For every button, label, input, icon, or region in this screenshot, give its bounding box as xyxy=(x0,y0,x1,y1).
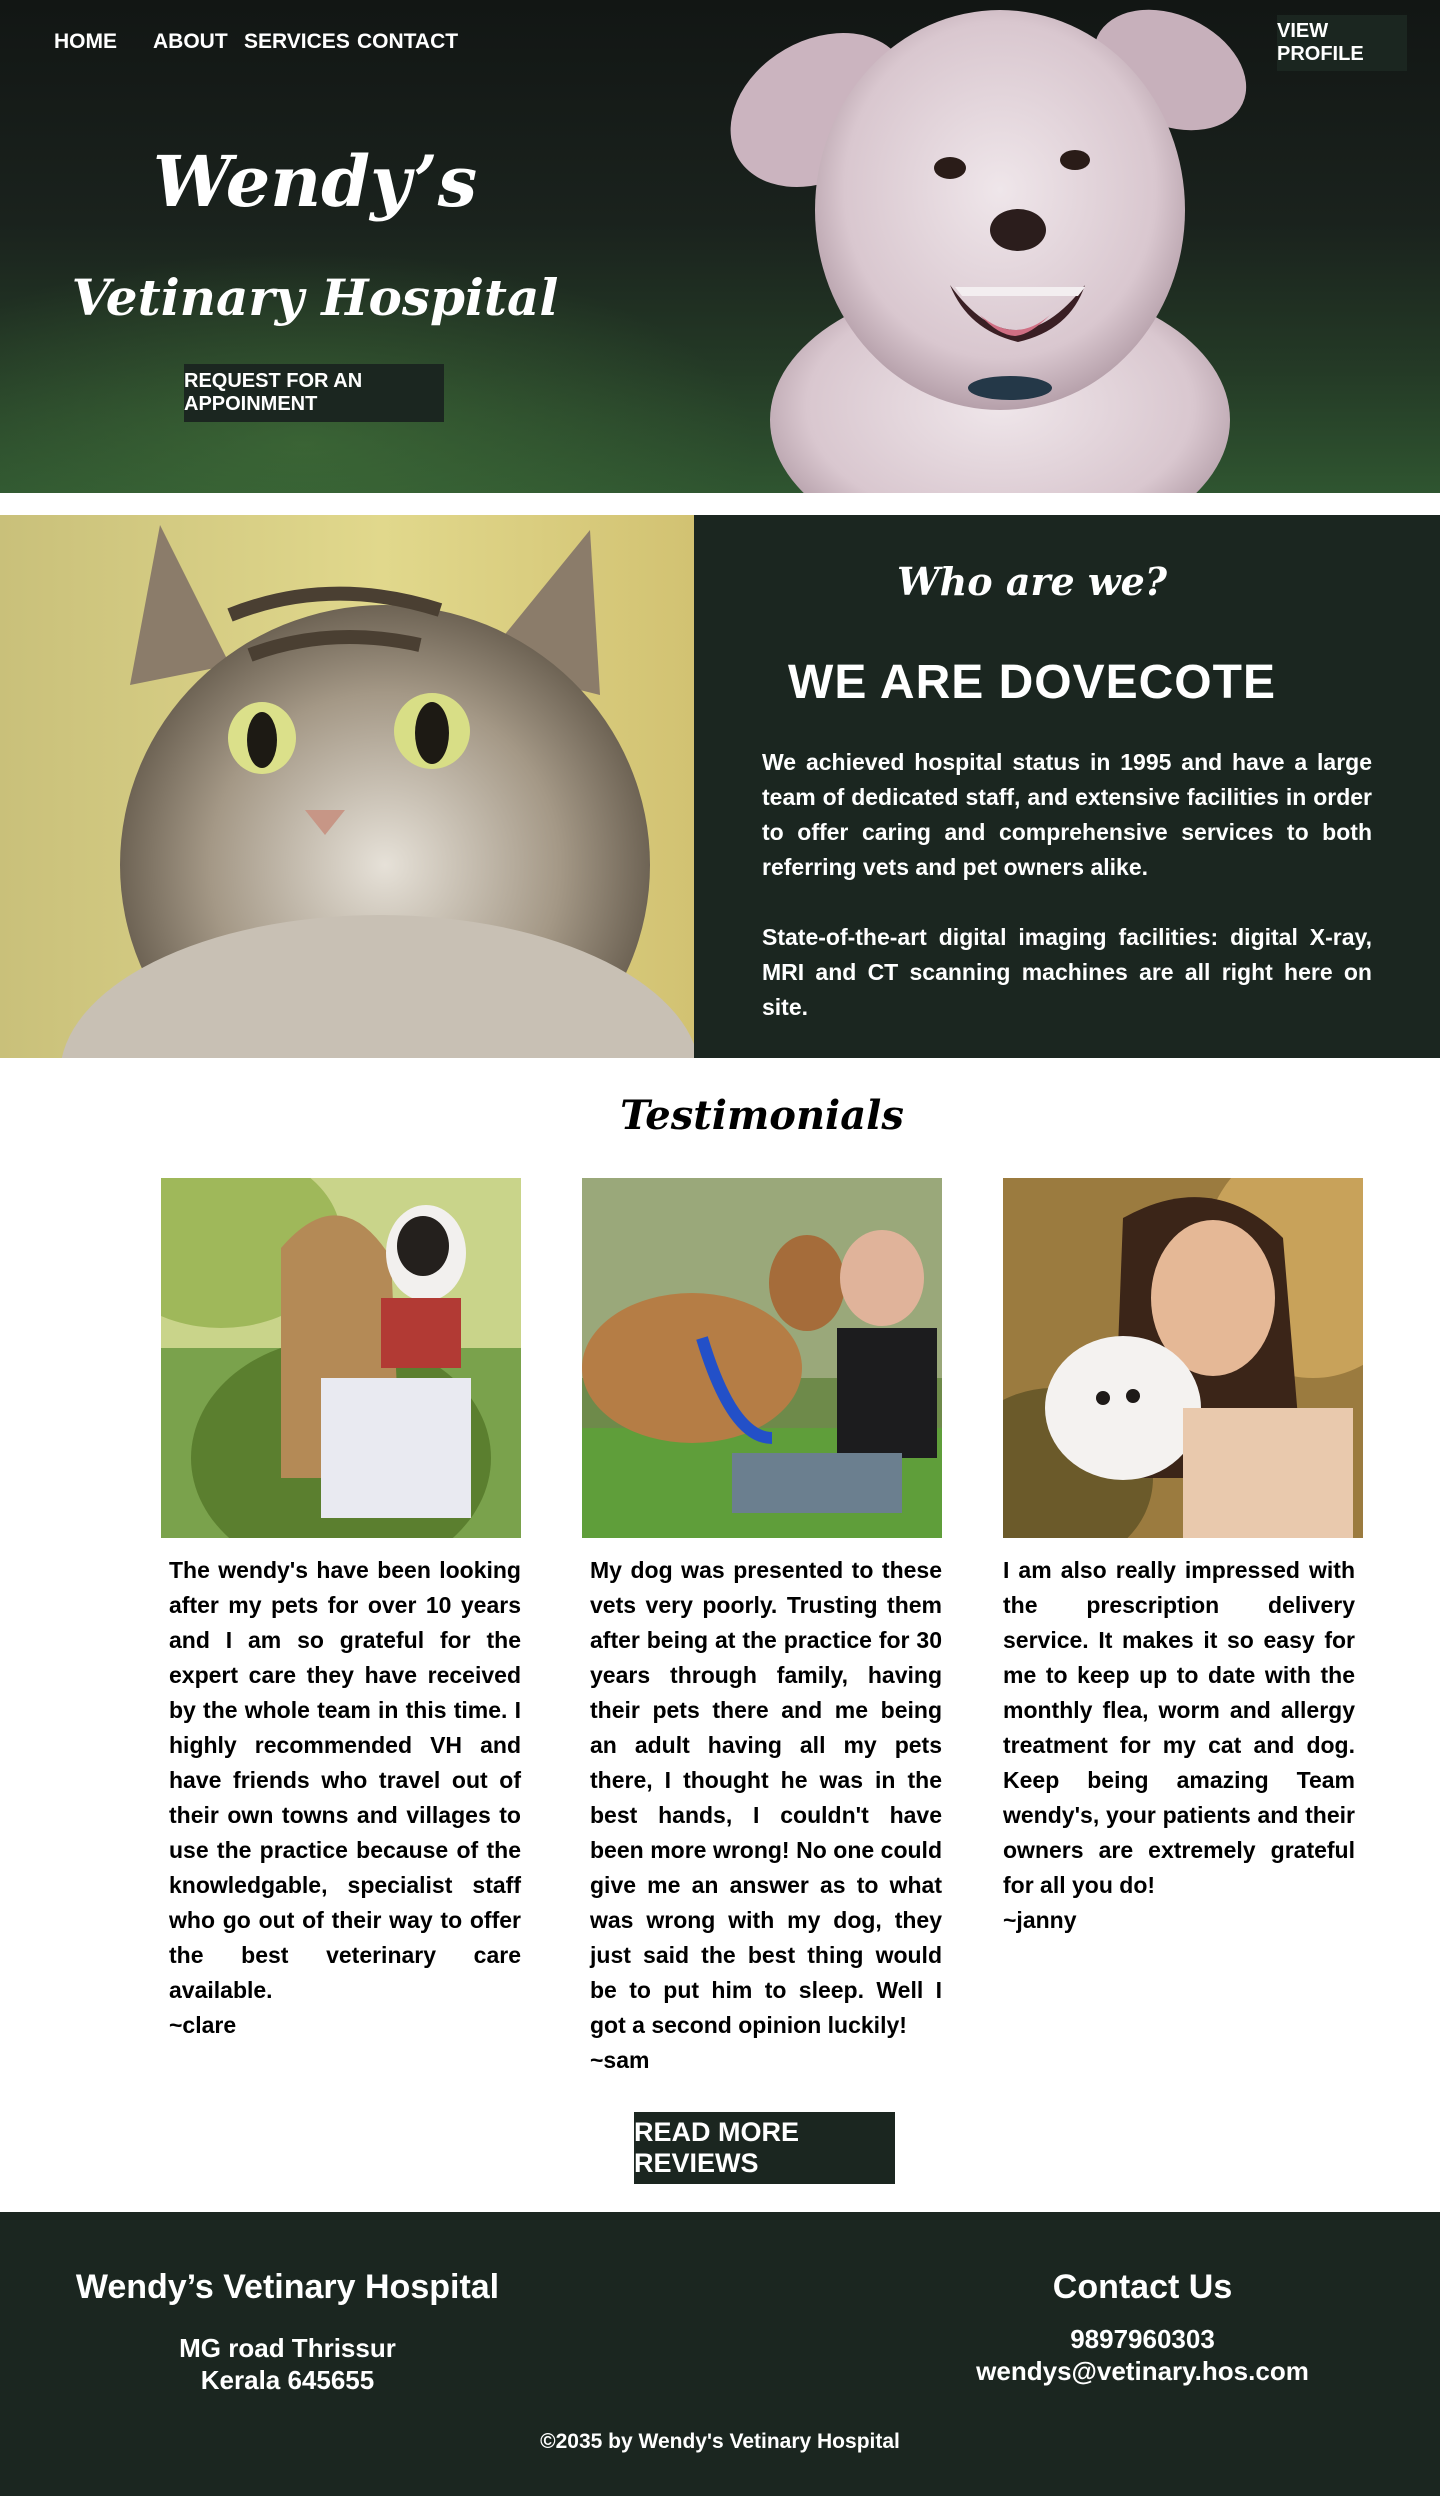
nav-about-link[interactable]: ABOUT xyxy=(153,30,228,54)
about-paragraph-1: We achieved hospital status in 1995 and … xyxy=(762,749,1372,880)
testimonial-photo-2 xyxy=(582,1178,942,1538)
footer: Wendy’s Vetinary Hospital MG road Thriss… xyxy=(0,2212,1440,2496)
about-paragraph-2: State-of-the-art digital imaging facilit… xyxy=(762,924,1372,1020)
nav-home-link[interactable]: HOME xyxy=(54,30,117,54)
nav-contact-link[interactable]: CONTACT xyxy=(357,30,458,54)
read-more-reviews-button[interactable]: READ MORE REVIEWS xyxy=(634,2112,895,2184)
hero-title: Wendy’s xyxy=(152,140,478,223)
hero-subtitle: Vetinary Hospital xyxy=(71,268,559,327)
testimonial-text-1: The wendy's have been looking after my p… xyxy=(169,1553,521,2043)
footer-email[interactable]: wendys@vetinary.hos.com xyxy=(930,2356,1355,2387)
testimonial-photo-3 xyxy=(1003,1178,1363,1538)
testimonial-body-1: The wendy's have been looking after my p… xyxy=(169,1557,521,2003)
footer-contact-heading: Contact Us xyxy=(1052,2268,1233,2306)
cat-photo xyxy=(0,515,694,1058)
testimonial-photo-1 xyxy=(161,1178,521,1538)
testimonial-text-2: My dog was presented to these vets very … xyxy=(590,1553,942,2078)
dog-photo xyxy=(730,9,1247,493)
cat-illustration xyxy=(61,525,694,1058)
testimonial-text-3: I am also really impressed with the pres… xyxy=(1003,1553,1355,1938)
footer-address-line-2: Kerala 645655 xyxy=(200,2365,375,2395)
hero-section: HOME ABOUT SERVICES CONTACT VIEW PROFILE… xyxy=(0,0,1440,493)
testimonials-title: Testimonials xyxy=(620,1092,904,1139)
testimonial-author-3: ~janny xyxy=(1003,1907,1077,1933)
man-with-dog-image xyxy=(582,1178,942,1538)
testimonial-body-2: My dog was presented to these vets very … xyxy=(590,1557,942,2038)
testimonial-author-1: ~clare xyxy=(169,2012,237,2038)
about-heading: Who are we? xyxy=(896,559,1168,604)
page: HOME ABOUT SERVICES CONTACT VIEW PROFILE… xyxy=(0,0,1440,2496)
nav-services-link[interactable]: SERVICES xyxy=(244,30,350,54)
footer-address: MG road Thrissur Kerala 645655 xyxy=(60,2332,515,2396)
footer-hospital-name: Wendy’s Vetinary Hospital xyxy=(75,2268,500,2306)
about-section: Who are we? WE ARE DOVECOTE We achieved … xyxy=(694,515,1440,1058)
request-appointment-button[interactable]: REQUEST FOR AN APPOINMENT xyxy=(184,364,444,422)
testimonial-body-3: I am also really impressed with the pres… xyxy=(1003,1557,1355,1898)
testimonial-author-2: ~sam xyxy=(590,2047,650,2073)
view-profile-button[interactable]: VIEW PROFILE xyxy=(1277,15,1407,71)
woman-with-white-dog-image xyxy=(1003,1178,1363,1538)
about-title: WE ARE DOVECOTE xyxy=(788,656,1276,709)
footer-phone[interactable]: 9897960303 xyxy=(930,2324,1355,2355)
footer-address-line-1: MG road Thrissur xyxy=(179,2333,396,2363)
footer-copyright: ©2035 by Wendy's Vetinary Hospital xyxy=(540,2430,900,2453)
woman-with-dog-image xyxy=(161,1178,521,1538)
